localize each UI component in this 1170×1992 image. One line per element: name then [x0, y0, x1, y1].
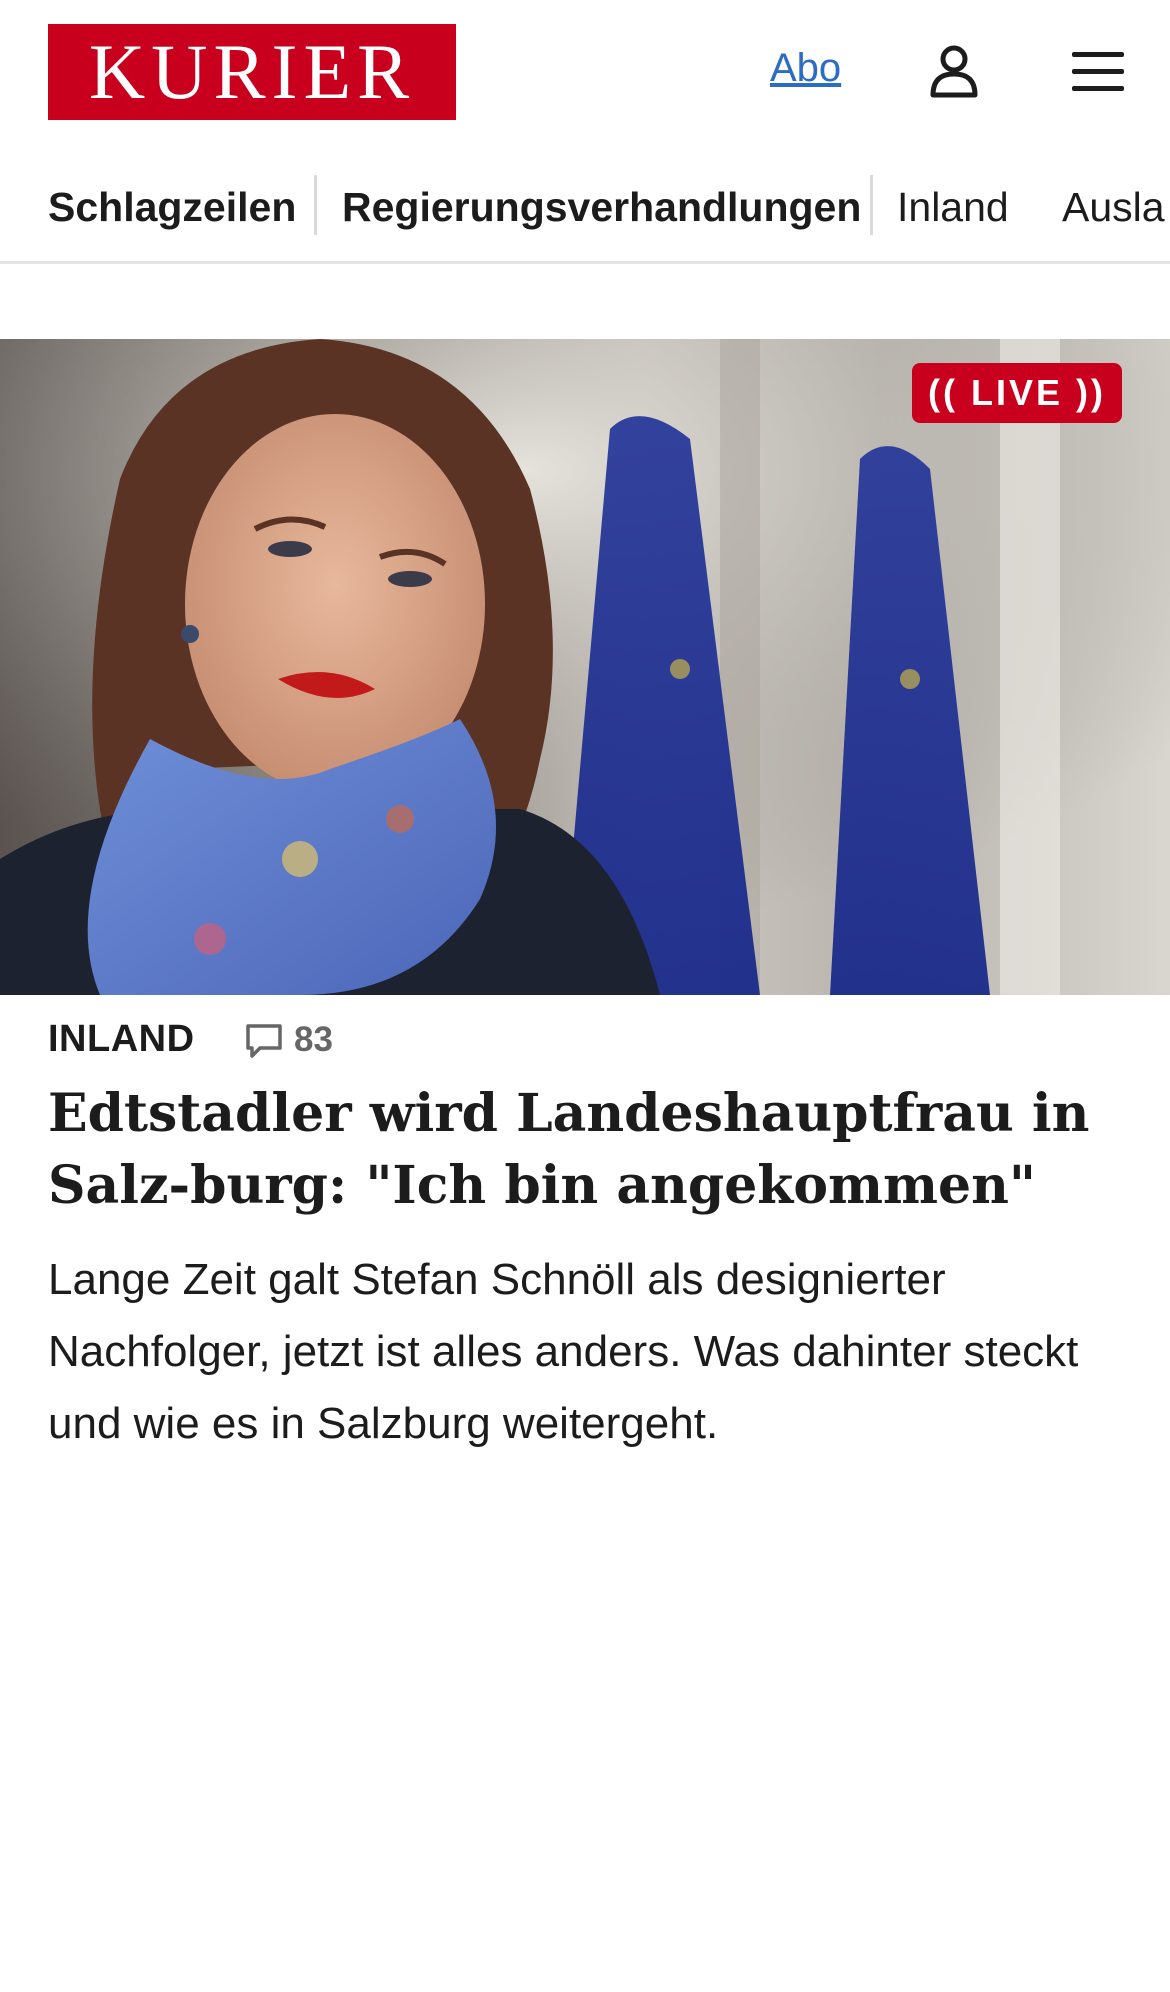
- comment-count[interactable]: 83: [294, 1020, 333, 1060]
- comment-icon[interactable]: [244, 1022, 284, 1060]
- nav-item-schlagzeilen[interactable]: Schlagzeilen: [48, 177, 296, 237]
- site-header: KURIER Abo: [0, 0, 1170, 145]
- nav-divider: [870, 175, 873, 235]
- nav-divider: [314, 175, 317, 235]
- abo-link[interactable]: Abo: [770, 46, 841, 91]
- nav-item-ausland[interactable]: Ausla: [1062, 177, 1165, 237]
- kurier-logo[interactable]: KURIER: [48, 24, 456, 120]
- user-icon[interactable]: [929, 44, 979, 98]
- nav-item-inland[interactable]: Inland: [897, 177, 1009, 237]
- live-badge: (( LIVE )): [912, 363, 1122, 423]
- article-teaser[interactable]: Lange Zeit galt Stefan Schnöll als desig…: [48, 1244, 1128, 1460]
- article-category[interactable]: INLAND: [48, 1018, 195, 1061]
- hamburger-menu-icon[interactable]: [1072, 50, 1124, 94]
- article-image[interactable]: [0, 339, 1170, 995]
- live-badge-label: ((: [927, 372, 958, 413]
- section-nav: Schlagzeilen Regierungsverhandlungen Inl…: [0, 165, 1170, 264]
- live-label: LIVE: [970, 372, 1063, 413]
- portrait-photo: [0, 339, 1170, 995]
- nav-item-regierungsverhandlungen[interactable]: Regierungsverhandlungen: [342, 177, 861, 237]
- article-headline[interactable]: Edtstadler wird Landeshauptfrau in Salz-…: [48, 1078, 1138, 1222]
